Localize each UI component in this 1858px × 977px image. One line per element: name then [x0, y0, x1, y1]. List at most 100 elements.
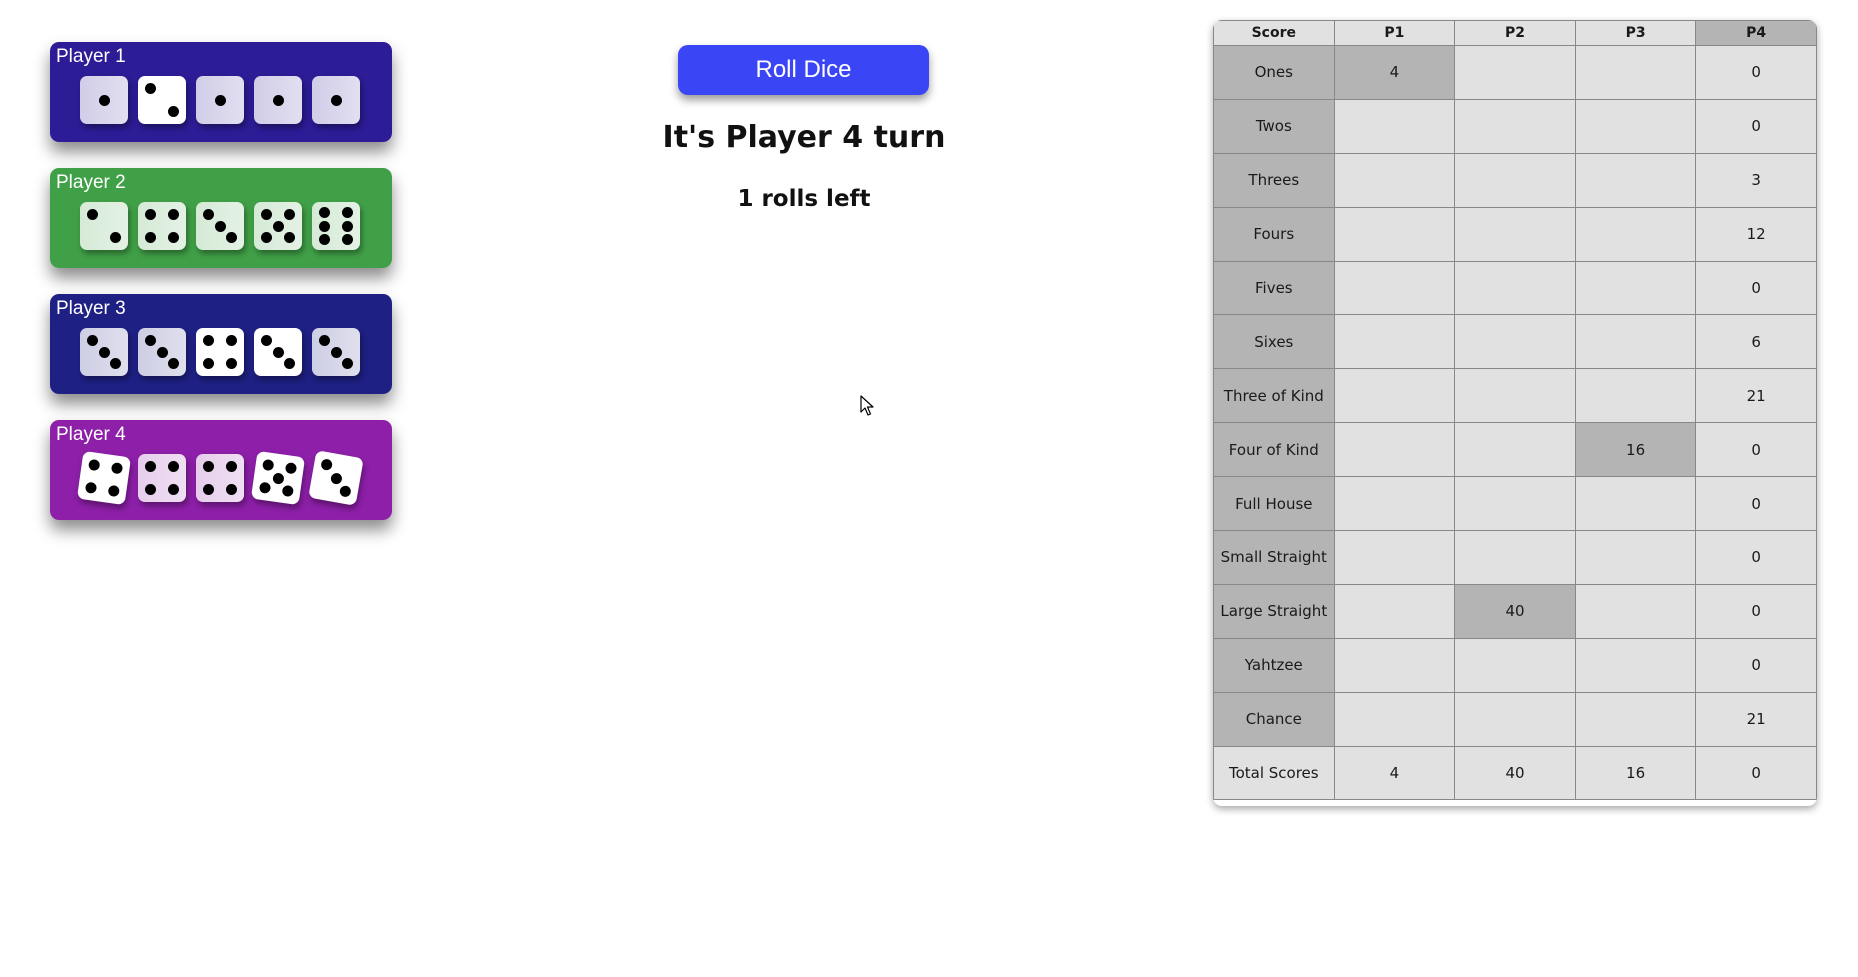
score-cell-p1[interactable]	[1333, 583, 1456, 639]
score-cell-p1[interactable]	[1333, 368, 1456, 424]
score-cell-p3[interactable]	[1574, 314, 1697, 370]
score-cell-p1[interactable]	[1333, 98, 1456, 154]
player-panel-1: Player 1	[50, 42, 392, 142]
die-pip	[225, 461, 237, 473]
score-cell-p3[interactable]: 16	[1574, 422, 1697, 478]
score-cell-p3[interactable]	[1574, 637, 1697, 693]
score-cell-p3[interactable]	[1574, 530, 1697, 585]
score-cell-p1[interactable]	[1333, 422, 1456, 478]
score-cell-p2[interactable]	[1454, 637, 1576, 693]
die-5[interactable]	[308, 450, 364, 506]
score-cell-p4[interactable]: 0	[1695, 583, 1817, 639]
player-name: Player 3	[56, 298, 126, 319]
die-3[interactable]	[196, 328, 244, 376]
die-pip	[156, 346, 168, 358]
die-pip	[319, 220, 331, 232]
score-cell-p1[interactable]: 4	[1333, 45, 1456, 100]
score-cell-p4[interactable]: 0	[1695, 637, 1817, 693]
die-4[interactable]	[250, 450, 306, 506]
score-cell-p3[interactable]	[1574, 98, 1697, 154]
score-cell-p3[interactable]	[1574, 368, 1697, 424]
die-1[interactable]	[80, 202, 128, 250]
score-row: Fives 0	[1213, 260, 1817, 316]
die-4[interactable]	[254, 202, 302, 250]
score-cell-p4[interactable]: 0	[1695, 98, 1817, 154]
score-cell-p3[interactable]	[1574, 583, 1697, 639]
die-pip	[283, 231, 295, 243]
score-cell-p4[interactable]: 3	[1695, 152, 1817, 208]
score-row: Full House 0	[1213, 476, 1817, 532]
die-3[interactable]	[196, 76, 244, 124]
die-pip	[283, 357, 295, 369]
roll-dice-button[interactable]: Roll Dice	[678, 45, 929, 95]
die-pip	[214, 220, 226, 232]
die-1[interactable]	[80, 328, 128, 376]
score-cell-p2[interactable]	[1454, 98, 1576, 154]
scorecard: Score P1 P2 P3 P4 Ones 4 0 Twos 0 Threes 3 Fours 12 F…	[1213, 20, 1817, 806]
die-pip	[261, 231, 273, 243]
die-4[interactable]	[254, 328, 302, 376]
score-cell-p1[interactable]	[1333, 206, 1456, 262]
score-cell-p2[interactable]	[1454, 206, 1576, 262]
die-3[interactable]	[196, 454, 244, 502]
score-cell-p1[interactable]	[1333, 152, 1456, 208]
score-cell-p4[interactable]: 0	[1695, 476, 1817, 532]
score-cell-p3[interactable]	[1574, 260, 1697, 316]
die-pip	[341, 207, 353, 219]
die-pip	[341, 220, 353, 232]
score-cell-p3[interactable]	[1574, 476, 1697, 532]
dice-row	[80, 202, 360, 250]
player-panel-2: Player 2	[50, 168, 392, 268]
score-cell-p4[interactable]: 21	[1695, 691, 1817, 747]
score-cell-p3[interactable]	[1574, 206, 1697, 262]
die-1[interactable]	[80, 76, 128, 124]
score-column-header: Score	[1213, 20, 1335, 46]
score-cell-p2[interactable]	[1454, 368, 1576, 424]
score-cell-p1[interactable]	[1333, 314, 1456, 370]
score-cell-p3[interactable]	[1574, 691, 1697, 747]
die-5[interactable]	[312, 76, 360, 124]
total-scores-row: Total Scores 4 40 16 0	[1213, 745, 1817, 801]
score-cell-p1[interactable]	[1333, 260, 1456, 316]
die-pip	[167, 461, 179, 473]
score-cell-p4[interactable]: 21	[1695, 368, 1817, 424]
score-cell-p2[interactable]	[1454, 691, 1576, 747]
score-cell-p2[interactable]	[1454, 260, 1576, 316]
die-5[interactable]	[312, 202, 360, 250]
score-cell-p2[interactable]	[1454, 45, 1576, 100]
score-cell-p2[interactable]	[1454, 530, 1576, 585]
score-cell-p1[interactable]	[1333, 476, 1456, 532]
die-4[interactable]	[254, 76, 302, 124]
score-cell-p2[interactable]: 40	[1454, 583, 1576, 639]
die-2[interactable]	[138, 328, 186, 376]
score-cell-p4[interactable]: 6	[1695, 314, 1817, 370]
die-pip	[330, 94, 342, 106]
score-cell-p1[interactable]	[1333, 637, 1456, 693]
die-2[interactable]	[138, 202, 186, 250]
die-5[interactable]	[312, 328, 360, 376]
score-cell-p2[interactable]	[1454, 422, 1576, 478]
score-cell-p3[interactable]	[1574, 45, 1697, 100]
score-cell-p3[interactable]	[1574, 152, 1697, 208]
score-cell-p1[interactable]	[1333, 691, 1456, 747]
score-cell-p4[interactable]: 0	[1695, 422, 1817, 478]
die-pip	[203, 209, 215, 221]
score-cell-p2[interactable]	[1454, 476, 1576, 532]
score-cell-p4[interactable]: 0	[1695, 530, 1817, 585]
die-2[interactable]	[138, 76, 186, 124]
score-cell-p4[interactable]: 12	[1695, 206, 1817, 262]
die-2[interactable]	[138, 454, 186, 502]
die-pip	[145, 83, 157, 95]
die-pip	[167, 357, 179, 369]
score-cell-p4[interactable]: 0	[1695, 260, 1817, 316]
score-cell-p4[interactable]: 0	[1695, 45, 1817, 100]
die-pip	[338, 484, 352, 498]
score-cell-p2[interactable]	[1454, 152, 1576, 208]
score-cell-p1[interactable]	[1333, 530, 1456, 585]
die-pip	[320, 458, 334, 472]
die-1[interactable]	[76, 450, 132, 506]
die-pip	[167, 209, 179, 221]
mouse-pointer-icon	[860, 395, 874, 416]
die-3[interactable]	[196, 202, 244, 250]
score-cell-p2[interactable]	[1454, 314, 1576, 370]
